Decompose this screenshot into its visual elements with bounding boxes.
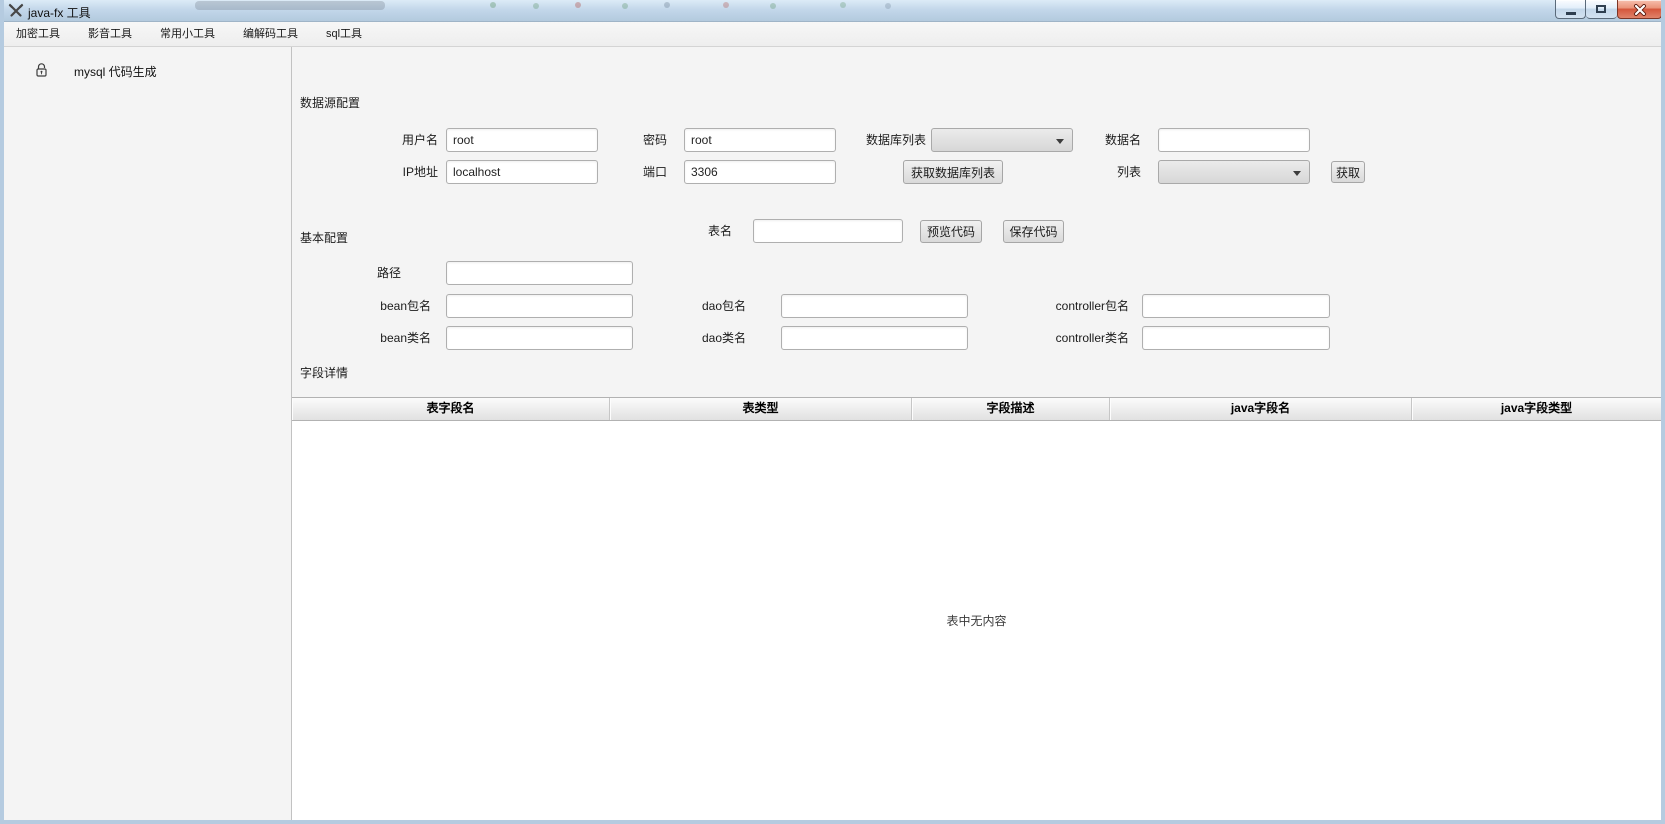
main-panel: 数据源配置 用户名 密码 数据库列表 数据名 IP地址 端口 获取数据库列表 列…	[292, 47, 1661, 820]
minimize-icon	[1566, 12, 1576, 15]
menu-media-tools[interactable]: 影音工具	[74, 22, 146, 46]
data-name-label: 数据名	[1052, 128, 1141, 152]
fetch-button[interactable]: 获取	[1331, 161, 1365, 183]
table-list-label: 列表	[1052, 160, 1141, 184]
lock-icon	[34, 62, 49, 83]
password-input[interactable]	[684, 128, 836, 152]
dao-class-label: dao类名	[662, 326, 746, 350]
ip-label: IP地址	[322, 160, 438, 184]
menu-codec-tools[interactable]: 编解码工具	[229, 22, 312, 46]
minimize-button[interactable]	[1555, 0, 1586, 19]
column-header-table-type[interactable]: 表类型	[610, 398, 912, 420]
controller-class-label: controller类名	[992, 326, 1129, 350]
data-name-input[interactable]	[1158, 128, 1310, 152]
menu-common-tools[interactable]: 常用小工具	[146, 22, 229, 46]
section-title-datasource: 数据源配置	[300, 94, 360, 111]
table-name-label: 表名	[672, 219, 732, 243]
fields-table-body: 表中无内容	[292, 421, 1661, 820]
titlebar-transparency-artifact	[622, 3, 628, 9]
app-window: java-fx 工具 加密工具 影音工具 常用小工具 编解码工具	[0, 0, 1665, 824]
bean-class-label: bean类名	[322, 326, 431, 350]
save-code-button[interactable]: 保存代码	[1003, 220, 1064, 243]
database-list-label: 数据库列表	[832, 128, 926, 152]
fetch-database-list-button[interactable]: 获取数据库列表	[903, 160, 1003, 184]
menu-encrypt-tools[interactable]: 加密工具	[2, 22, 74, 46]
titlebar-transparency-artifact	[490, 2, 496, 8]
bean-class-input[interactable]	[446, 326, 633, 350]
menu-sql-tools[interactable]: sql工具	[312, 22, 376, 46]
ip-input[interactable]	[446, 160, 598, 184]
column-header-table-field-name[interactable]: 表字段名	[292, 398, 610, 420]
table-name-input[interactable]	[753, 219, 903, 243]
bean-package-input[interactable]	[446, 294, 633, 318]
port-label: 端口	[582, 160, 667, 184]
titlebar-transparency-artifact	[840, 2, 846, 8]
sidebar-item-label: mysql 代码生成	[74, 63, 157, 80]
window-title: java-fx 工具	[28, 4, 91, 21]
sidebar-item-mysql-codegen[interactable]: mysql 代码生成	[4, 55, 291, 85]
table-list-combobox[interactable]	[1158, 160, 1310, 184]
menubar: 加密工具 影音工具 常用小工具 编解码工具 sql工具	[0, 22, 1665, 47]
column-header-java-field-type[interactable]: java字段类型	[1412, 398, 1661, 420]
window-controls	[1555, 0, 1662, 19]
column-header-field-description[interactable]: 字段描述	[912, 398, 1110, 420]
section-title-fields: 字段详情	[300, 364, 348, 381]
chevron-down-icon	[1293, 171, 1301, 176]
close-button[interactable]	[1617, 0, 1662, 19]
maximize-icon	[1596, 5, 1606, 13]
fields-table-header: 表字段名 表类型 字段描述 java字段名 java字段类型	[292, 398, 1661, 421]
path-input[interactable]	[446, 261, 633, 285]
dao-package-label: dao包名	[662, 294, 746, 318]
controller-package-label: controller包名	[992, 294, 1129, 318]
preview-code-button[interactable]: 预览代码	[920, 220, 982, 243]
controller-package-input[interactable]	[1142, 294, 1330, 318]
section-title-basic: 基本配置	[300, 229, 348, 246]
empty-table-placeholder: 表中无内容	[946, 612, 1006, 629]
titlebar-transparency-artifact	[664, 2, 670, 8]
titlebar-transparency-artifact	[575, 2, 581, 8]
sidebar: mysql 代码生成	[4, 47, 292, 820]
password-label: 密码	[582, 128, 667, 152]
titlebar-transparency-artifact	[195, 1, 385, 10]
titlebar-transparency-artifact	[723, 2, 729, 8]
titlebar[interactable]: java-fx 工具	[0, 0, 1665, 22]
maximize-button[interactable]	[1586, 0, 1617, 19]
controller-class-input[interactable]	[1142, 326, 1330, 350]
port-input[interactable]	[684, 160, 836, 184]
titlebar-transparency-artifact	[885, 3, 891, 9]
dao-package-input[interactable]	[781, 294, 968, 318]
app-icon	[8, 3, 24, 19]
username-input[interactable]	[446, 128, 598, 152]
fields-table: 表字段名 表类型 字段描述 java字段名 java字段类型 表中无内容	[292, 397, 1661, 820]
column-header-java-field-name[interactable]: java字段名	[1110, 398, 1412, 420]
dao-class-input[interactable]	[781, 326, 968, 350]
content-area: mysql 代码生成 数据源配置 用户名 密码 数据库列表 数据名 IP地址 端…	[4, 47, 1661, 820]
bean-package-label: bean包名	[322, 294, 431, 318]
titlebar-transparency-artifact	[770, 3, 776, 9]
close-icon	[1633, 3, 1647, 21]
path-label: 路径	[322, 261, 401, 285]
username-label: 用户名	[322, 128, 438, 152]
titlebar-transparency-artifact	[533, 3, 539, 9]
